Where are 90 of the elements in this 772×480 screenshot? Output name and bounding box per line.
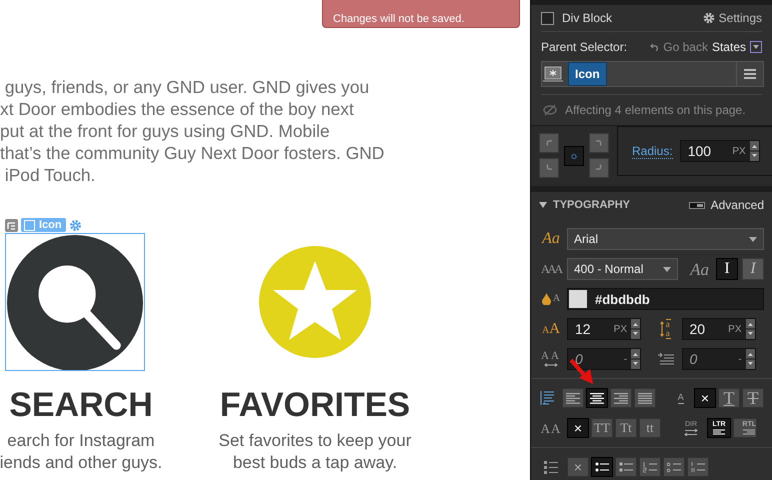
align-button[interactable] — [634, 388, 656, 408]
parent-selector-label: Parent Selector: — [541, 40, 628, 54]
text-lines-icon — [712, 429, 726, 435]
number-field[interactable]: 0 - — [682, 348, 756, 370]
font-size-icon: AA — [542, 322, 560, 336]
font-style-icon: Aa — [690, 260, 709, 278]
align-justify-icon — [636, 392, 653, 404]
font-select[interactable]: Arial — [567, 228, 764, 250]
go-back-button[interactable]: Go back — [650, 40, 708, 54]
element-icon — [542, 66, 564, 82]
decoration-button[interactable]: T — [718, 388, 740, 408]
corner-button[interactable] — [539, 132, 559, 152]
style-button[interactable]: I — [716, 258, 738, 280]
align-left-icon — [564, 392, 581, 404]
hierarchy-icon — [5, 218, 18, 232]
caret-icon — [753, 45, 759, 49]
list-decimal-icon — [643, 461, 657, 473]
stepper-icon — [750, 141, 759, 161]
text-transform-icon: AA — [540, 422, 562, 434]
horizontal-arrow-icon — [544, 363, 558, 367]
affecting-note: Affecting 4 elements on this page. — [565, 103, 746, 117]
checkbox[interactable] — [541, 12, 554, 24]
list-square-icon — [619, 461, 633, 473]
weight-select[interactable]: 400 - Normal — [567, 258, 678, 280]
decoration-button[interactable]: T — [742, 388, 764, 408]
body-paragraph: guys, friends, or any GND user. GND gives you xt Door embodies the essence of the boy next put at the front for guys using GND. Mobile that’s the community Guy Next Door fosters. GND iPod Touch. — [0, 76, 384, 186]
caret-icon — [749, 236, 757, 242]
section-title: TYPOGRAPHY — [553, 199, 630, 211]
align-right-icon — [612, 392, 629, 404]
card-title: FAVORITES — [220, 387, 410, 423]
undo-icon — [650, 43, 660, 51]
font-family-icon: Aa — [542, 231, 560, 247]
drop-icon — [542, 293, 551, 305]
corner-button[interactable] — [589, 158, 609, 178]
text-align-icon — [540, 390, 556, 406]
transform-button[interactable]: TT — [591, 418, 613, 438]
settings-button[interactable]: Settings — [702, 11, 762, 25]
collapse-caret-icon — [539, 202, 547, 208]
color-field[interactable]: #dbdbdb — [567, 288, 764, 310]
card-title: SEARCH — [9, 387, 153, 423]
card-description: Set favorites to keep your best buds a tap away. — [218, 430, 412, 474]
decoration-button[interactable]: × — [694, 388, 716, 408]
list-bullet-icon — [595, 461, 609, 473]
vertical-arrow-icon — [660, 321, 664, 337]
font-weight-icon: AAA — [541, 263, 561, 275]
stepper-icon — [746, 349, 754, 369]
list-alpha-icon — [667, 461, 681, 473]
style-button[interactable]: I — [742, 258, 764, 280]
text-indent-icon — [656, 352, 674, 366]
transform-button[interactable]: tt — [639, 418, 661, 438]
states-dropdown[interactable] — [750, 41, 762, 53]
number-field[interactable]: 100 PX — [680, 140, 760, 162]
swap-arrows-icon — [684, 428, 698, 436]
stepper-icon — [631, 349, 640, 369]
caret-icon — [663, 266, 672, 272]
list-style-icon — [543, 460, 559, 474]
stepper-icon — [631, 319, 640, 339]
align-button[interactable] — [586, 388, 608, 408]
stepper-icon — [746, 319, 754, 339]
corner-button[interactable] — [589, 132, 609, 152]
number-field[interactable]: 0 - — [567, 348, 641, 370]
align-center-icon — [588, 392, 605, 404]
radius-label[interactable]: Radius: — [632, 144, 673, 158]
alert-message: Changes will not be saved. — [333, 13, 464, 25]
advanced-label: Advanced — [710, 198, 764, 212]
text-lines-icon — [742, 429, 756, 435]
transform-button[interactable]: × — [567, 418, 589, 438]
align-button[interactable] — [610, 388, 632, 408]
number-field[interactable]: 12 PX — [567, 318, 641, 340]
list-style-button[interactable]: × — [567, 457, 589, 477]
gear-icon — [68, 218, 82, 232]
list-roman-icon — [691, 461, 705, 473]
element-label: Div Block — [562, 11, 612, 25]
list-style-button[interactable] — [591, 457, 613, 477]
class-chip[interactable]: Icon — [568, 62, 607, 86]
number-field[interactable]: 20 PX — [682, 318, 756, 340]
align-button[interactable] — [562, 388, 584, 408]
transform-button[interactable]: Tt — [615, 418, 637, 438]
color-swatch[interactable] — [569, 290, 587, 308]
states-label: States — [712, 40, 746, 54]
settings-icon — [702, 12, 715, 24]
selector-field[interactable]: Icon — [541, 61, 764, 87]
menu-icon — [744, 69, 756, 79]
letter-spacing-icon: AA — [541, 351, 561, 362]
hidden-eye-icon — [543, 104, 557, 116]
advanced-toggle[interactable] — [688, 202, 705, 208]
corner-button[interactable] — [564, 146, 584, 166]
text-color-icon: A — [552, 294, 560, 304]
card-description: earch for Instagram iends and other guys. — [0, 430, 162, 474]
corner-button[interactable] — [539, 158, 559, 178]
